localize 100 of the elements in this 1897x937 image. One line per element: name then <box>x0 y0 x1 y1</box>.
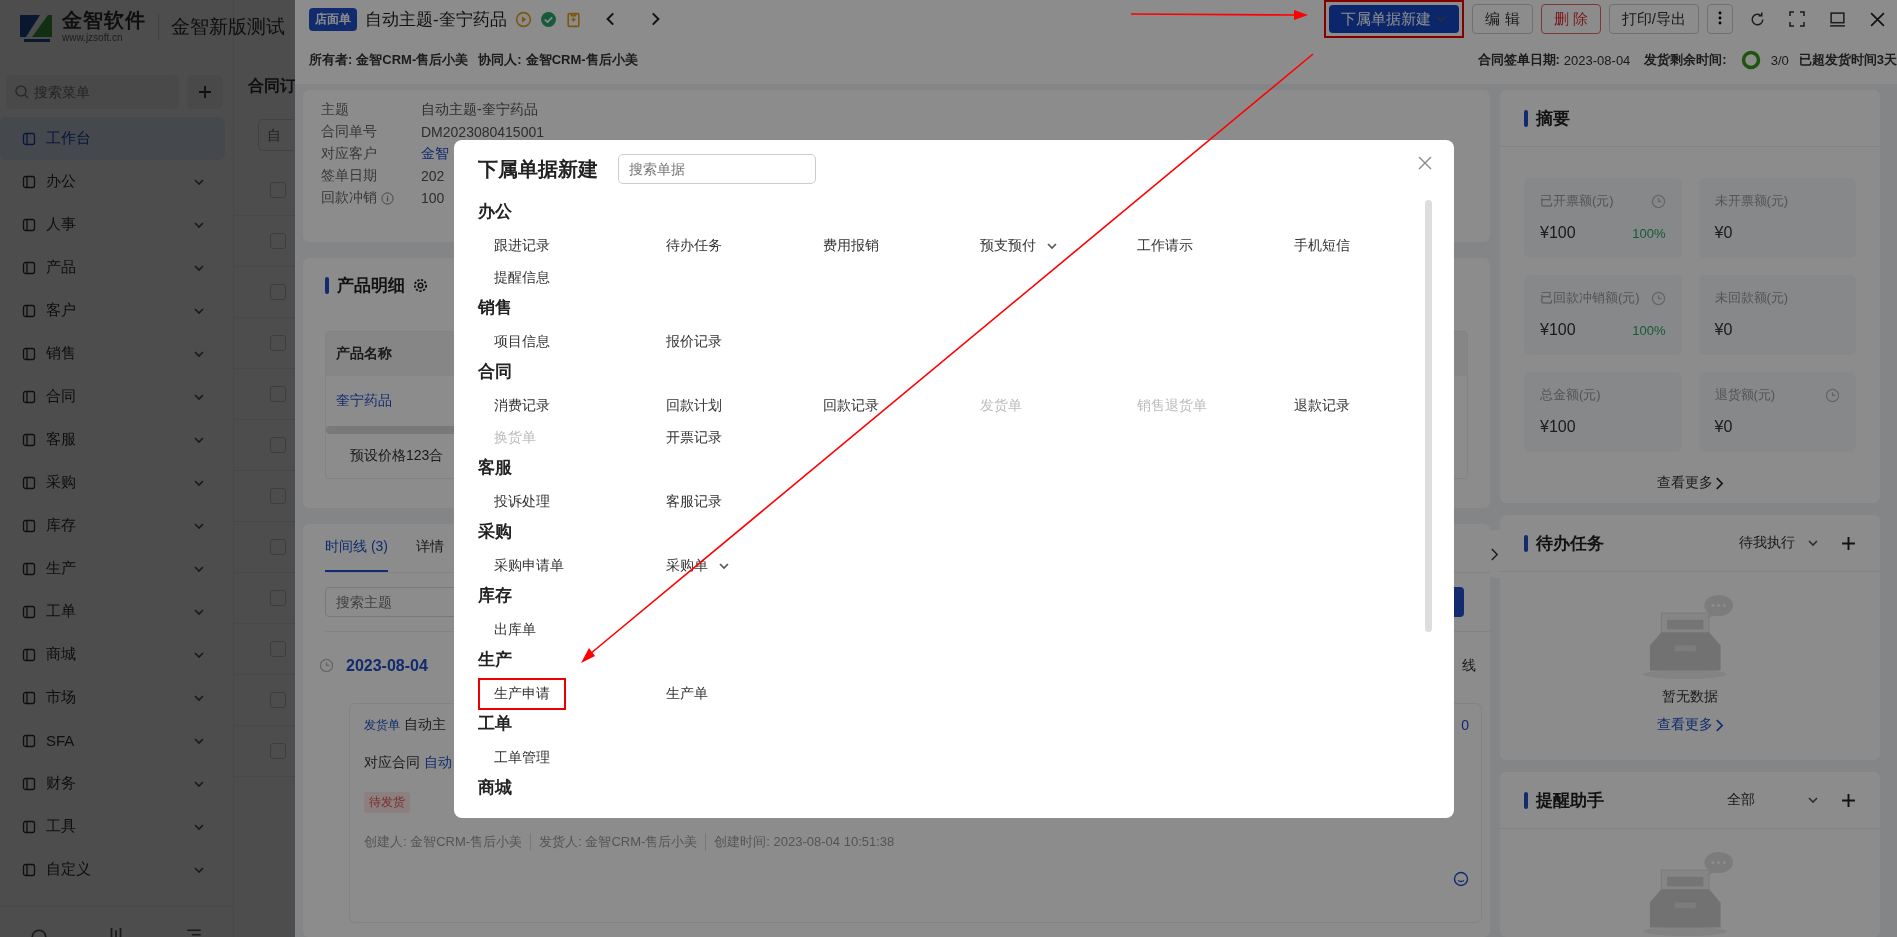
document-type-item[interactable]: 跟进记录 <box>478 230 566 262</box>
field-label: 回款冲销 <box>321 189 377 207</box>
page-title: 合同订 <box>248 76 296 96</box>
chevron-down-icon <box>1435 13 1448 25</box>
add-button[interactable] <box>187 75 223 109</box>
chevron-right-icon <box>1714 476 1724 490</box>
stat-value: ¥100 <box>1540 418 1576 436</box>
tab[interactable]: 时间线 (3) <box>325 524 388 572</box>
document-type-item[interactable]: 客服记录 <box>650 486 738 518</box>
square-icon <box>22 432 36 447</box>
info-icon <box>381 191 394 205</box>
square-icon <box>22 518 36 533</box>
document-type-item[interactable]: 投诉处理 <box>478 486 566 518</box>
owner-label: 所有者: <box>309 51 353 69</box>
field-value: 100 <box>421 190 445 206</box>
search-field[interactable]: 搜索单据 <box>618 154 816 184</box>
delete-button[interactable]: 删 除 <box>1540 4 1601 34</box>
sign-date-label: 合同签单日期: <box>1477 51 1560 69</box>
document-type-item[interactable]: 采购申请单 <box>478 550 580 582</box>
square-icon <box>22 733 36 748</box>
document-type-item[interactable]: 提醒信息 <box>478 262 566 294</box>
field-label: 签单日期 <box>321 167 377 185</box>
play-icon[interactable] <box>514 10 532 28</box>
section-title: 待办任务 <box>1536 532 1604 555</box>
comment-icon[interactable] <box>1453 871 1469 887</box>
plus-icon[interactable] <box>1841 792 1856 808</box>
stat-percent: 100% <box>1632 322 1666 338</box>
document-type-item[interactable]: 工单管理 <box>478 742 566 774</box>
document-type-item[interactable]: 报价记录 <box>650 326 738 358</box>
document-type-item[interactable]: 项目信息 <box>478 326 566 358</box>
history-icon[interactable] <box>29 928 48 937</box>
group-heading: 合同 <box>478 361 512 383</box>
group-heading: 客服 <box>478 457 512 479</box>
document-type-item[interactable]: 开票记录 <box>650 422 738 454</box>
status-tag: 待发货 <box>364 792 410 813</box>
fullscreen-icon[interactable] <box>1789 11 1805 27</box>
filter-dropdown[interactable]: 全部 <box>1727 791 1755 809</box>
square-icon <box>22 561 36 576</box>
more-button[interactable] <box>1707 4 1733 34</box>
square-icon <box>22 647 36 662</box>
square-icon <box>22 862 36 877</box>
new-subdocument-button[interactable]: 下属单据新建 <box>1329 5 1460 33</box>
type-tag[interactable]: 发货单 <box>364 716 400 734</box>
group-heading: 库存 <box>478 585 512 607</box>
field-value: 202 <box>421 168 445 184</box>
chevron-down-icon <box>1807 794 1819 806</box>
gear-icon[interactable] <box>413 278 428 293</box>
square-icon <box>22 174 36 189</box>
table-footer: 预设价格123合 <box>350 447 444 465</box>
monitor-icon[interactable] <box>1828 10 1846 28</box>
document-type-item[interactable]: 生产单 <box>650 678 724 710</box>
document-type-item[interactable]: 回款记录 <box>807 390 895 422</box>
document-type-item[interactable]: 生产申请 <box>478 678 566 710</box>
ship-count: 3/0 <box>1770 52 1789 68</box>
tab[interactable]: 详情 <box>416 524 444 572</box>
owner-value: 金智CRM-售后小美 <box>356 51 469 69</box>
more-link[interactable]: 查看更多 <box>1656 474 1713 492</box>
clipboard-icon[interactable] <box>564 10 582 28</box>
stat-value: ¥0 <box>1714 224 1733 242</box>
toolbar-button[interactable]: 编 辑 <box>1472 4 1533 34</box>
scrollbar[interactable] <box>1425 200 1432 632</box>
more-link[interactable]: 查看更多 <box>1656 716 1713 735</box>
document-type-item[interactable]: 消费记录 <box>478 390 566 422</box>
group-heading: 商城 <box>478 777 512 799</box>
field-value: 自动主题-奎宁药品 <box>421 101 538 119</box>
toolbar-button[interactable]: 打印/导出 <box>1608 4 1699 34</box>
logo-name: 金智软件 <box>62 10 146 30</box>
document-type-item[interactable]: 退款记录 <box>1278 390 1366 422</box>
chevron-right-icon <box>1490 547 1499 561</box>
plus-icon[interactable] <box>1841 535 1856 551</box>
customer-link[interactable]: 金智 <box>421 145 449 163</box>
product-link[interactable]: 奎宁药品 <box>336 392 392 410</box>
document-type-item[interactable]: 回款计划 <box>650 390 738 422</box>
check-circle-icon[interactable] <box>539 10 557 28</box>
document-type-item[interactable]: 出库单 <box>478 614 552 646</box>
square-icon <box>22 389 36 404</box>
field-label: 主题 <box>321 101 349 119</box>
square-icon <box>22 604 36 619</box>
sign-date-value: 2023-08-04 <box>1563 52 1631 68</box>
indent-icon[interactable] <box>185 928 204 937</box>
timeline-date: 2023-08-04 <box>346 656 428 675</box>
document-type-item[interactable]: 预支预付 <box>964 230 1074 262</box>
dialog-title: 下属单据新建 <box>478 156 598 182</box>
field-label: 对应客户 <box>321 145 377 163</box>
document-type-item[interactable]: 手机短信 <box>1278 230 1366 262</box>
chevron-right-icon <box>1714 718 1724 732</box>
document-type-item[interactable]: 工作请示 <box>1121 230 1209 262</box>
square-icon <box>22 690 36 705</box>
contract-link[interactable]: 自动 <box>424 754 452 772</box>
collaborator-value: 金智CRM-售后小美 <box>525 51 638 69</box>
square-icon <box>22 260 36 275</box>
document-type-item[interactable]: 费用报销 <box>807 230 895 262</box>
close-icon[interactable] <box>1868 10 1886 28</box>
filter-dropdown[interactable]: 待我执行 <box>1739 534 1795 553</box>
timeline-option[interactable]: 线 <box>1462 656 1476 675</box>
overdue-text: 已超发货时间3天 <box>1798 51 1897 69</box>
contract-label: 对应合同 <box>364 754 420 772</box>
section-title: 产品明细 <box>337 275 405 297</box>
document-type-item[interactable]: 待办任务 <box>650 230 738 262</box>
refresh-icon[interactable] <box>1748 10 1766 28</box>
